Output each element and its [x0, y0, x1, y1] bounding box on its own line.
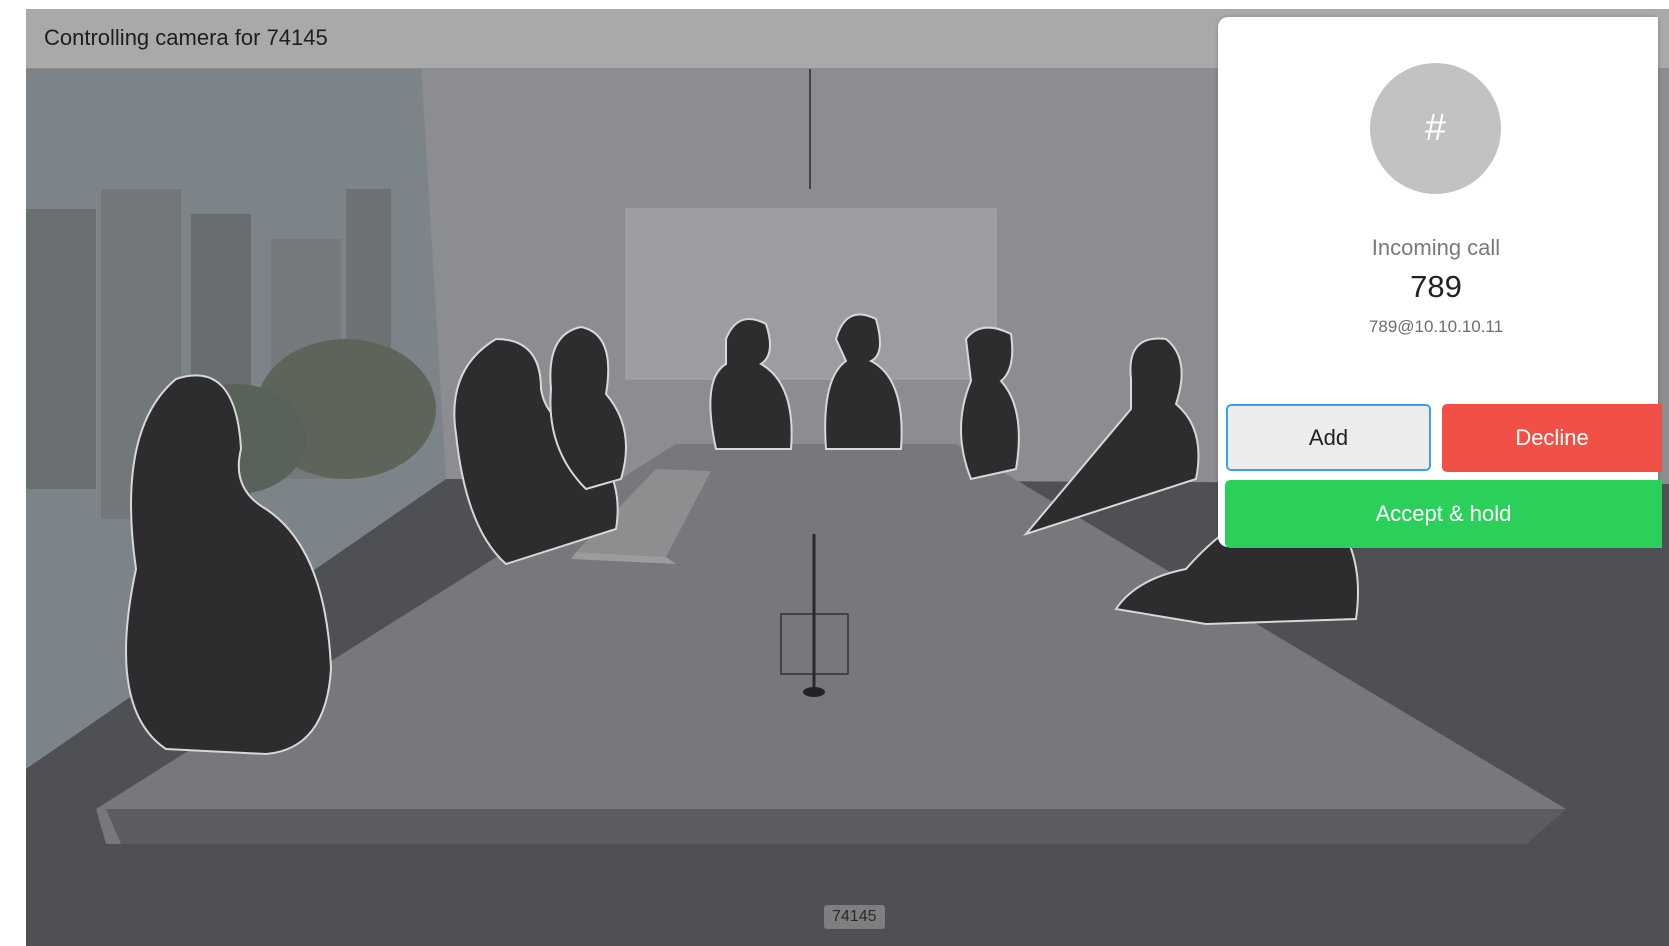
- caller-avatar: #: [1370, 63, 1501, 194]
- caller-uri: 789@10.10.10.11: [1368, 317, 1504, 336]
- decline-button[interactable]: Decline: [1442, 404, 1662, 472]
- call-status-text: Incoming call: [1371, 235, 1501, 260]
- caller-name: 789: [1410, 269, 1462, 304]
- camera-control-title: Controlling camera for 74145: [44, 25, 328, 50]
- incoming-call-panel: # Incoming call 789 789@10.10.10.11 Add …: [1218, 17, 1662, 548]
- add-button[interactable]: Add: [1226, 404, 1431, 471]
- self-view-label: 74145: [824, 905, 885, 929]
- accept-hold-button[interactable]: Accept & hold: [1225, 480, 1662, 548]
